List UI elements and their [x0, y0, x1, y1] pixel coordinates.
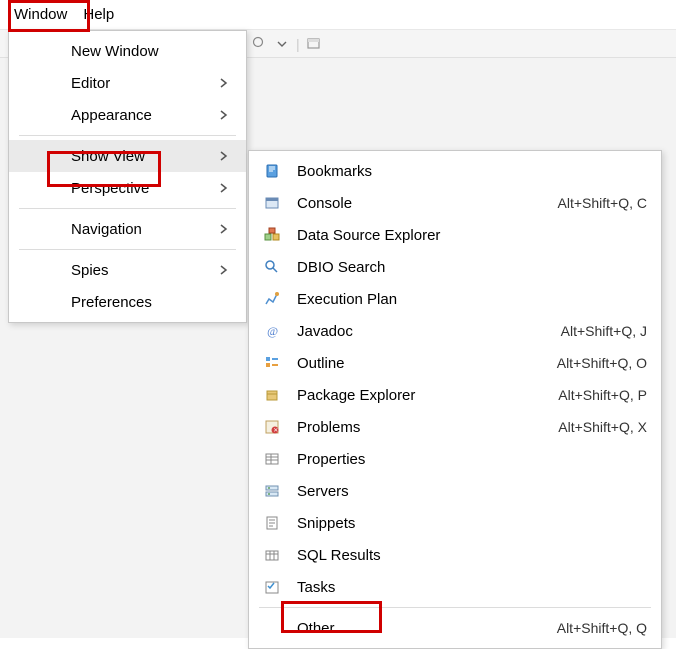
show-view-item-tasks[interactable]: Tasks [249, 571, 661, 603]
menu-item-appearance[interactable]: Appearance [9, 99, 246, 131]
menu-item-label: Bookmarks [281, 163, 647, 180]
show-view-item-properties[interactable]: Properties [249, 443, 661, 475]
servers-icon [263, 482, 281, 500]
menu-item-perspective[interactable]: Perspective [9, 172, 246, 204]
menu-separator [259, 607, 651, 608]
menu-item-navigation[interactable]: Navigation [9, 213, 246, 245]
menu-item-shortcut: Alt+Shift+Q, X [558, 419, 647, 435]
submenu-arrow-icon [220, 110, 232, 120]
properties-icon [263, 450, 281, 468]
show-view-item-servers[interactable]: Servers [249, 475, 661, 507]
menu-item-label: Package Explorer [281, 387, 558, 404]
execplan-icon [263, 290, 281, 308]
blank-icon [263, 619, 281, 637]
menu-item-label: Preferences [33, 294, 232, 311]
menu-item-shortcut: Alt+Shift+Q, C [558, 195, 647, 211]
menu-item-shortcut: Alt+Shift+Q, O [557, 355, 647, 371]
submenu-arrow-icon [220, 265, 232, 275]
show-view-item-javadoc[interactable]: @JavadocAlt+Shift+Q, J [249, 315, 661, 347]
menu-separator [19, 249, 236, 250]
snippets-icon [263, 514, 281, 532]
svg-text:@: @ [267, 324, 278, 338]
menu-item-label: Appearance [33, 107, 220, 124]
menu-item-label: Editor [33, 75, 220, 92]
show-view-item-sql-results[interactable]: SQL Results [249, 539, 661, 571]
menu-item-label: Snippets [281, 515, 647, 532]
menu-item-label: Problems [281, 419, 558, 436]
sqlresults-icon [263, 546, 281, 564]
menu-item-label: New Window [33, 43, 232, 60]
menu-separator [19, 135, 236, 136]
datasource-icon [263, 226, 281, 244]
bookmarks-icon [263, 162, 281, 180]
show-view-submenu: Bookmarks ConsoleAlt+Shift+Q, C Data Sourc… [248, 150, 662, 649]
show-view-item-bookmarks[interactable]: Bookmarks [249, 155, 661, 187]
menu-item-label: DBIO Search [281, 259, 647, 276]
show-view-item-snippets[interactable]: Snippets [249, 507, 661, 539]
toolbar-dropdown-icon[interactable] [252, 36, 268, 52]
show-view-item-package-explorer[interactable]: Package ExplorerAlt+Shift+Q, P [249, 379, 661, 411]
menu-item-shortcut: Alt+Shift+Q, Q [557, 620, 647, 636]
menu-item-label: Outline [281, 355, 557, 372]
submenu-arrow-icon [220, 151, 232, 161]
submenu-arrow-icon [220, 224, 232, 234]
outline-icon [263, 354, 281, 372]
menu-item-label: Perspective [33, 180, 220, 197]
package-icon [263, 386, 281, 404]
menu-item-label: SQL Results [281, 547, 647, 564]
menu-item-editor[interactable]: Editor [9, 67, 246, 99]
window-menu-dropdown: New Window Editor Appearance Show View Persp… [8, 30, 247, 323]
new-window-icon[interactable] [306, 36, 322, 52]
show-view-item-data-source-explorer[interactable]: Data Source Explorer [249, 219, 661, 251]
menu-item-show-view[interactable]: Show View [9, 140, 246, 172]
menu-item-label: Tasks [281, 579, 647, 596]
menu-item-shortcut: Alt+Shift+Q, J [561, 323, 647, 339]
menu-item-label: Execution Plan [281, 291, 647, 308]
menu-item-preferences[interactable]: Preferences [9, 286, 246, 318]
console-icon [263, 194, 281, 212]
svg-text:✕: ✕ [273, 428, 278, 434]
menu-item-label: Spies [33, 262, 220, 279]
menu-separator [19, 208, 236, 209]
menu-item-new-window[interactable]: New Window [9, 35, 246, 67]
submenu-arrow-icon [220, 183, 232, 193]
menu-item-label: Properties [281, 451, 647, 468]
menu-item-label: Javadoc [281, 323, 561, 340]
show-view-item-other[interactable]: Other...Alt+Shift+Q, Q [249, 612, 661, 644]
menu-item-label: Servers [281, 483, 647, 500]
toolbar-chevron-icon[interactable] [274, 36, 290, 52]
show-view-item-dbio-search[interactable]: DBIO Search [249, 251, 661, 283]
problems-icon: ✕ [263, 418, 281, 436]
show-view-item-console[interactable]: ConsoleAlt+Shift+Q, C [249, 187, 661, 219]
menu-item-label: Other... [281, 620, 557, 637]
menu-item-label: Console [281, 195, 558, 212]
submenu-arrow-icon [220, 78, 232, 88]
search-icon [263, 258, 281, 276]
tasks-icon [263, 578, 281, 596]
menubar-window[interactable]: Window [14, 6, 67, 23]
menubar-help[interactable]: Help [83, 6, 114, 23]
show-view-item-outline[interactable]: OutlineAlt+Shift+Q, O [249, 347, 661, 379]
show-view-item-problems[interactable]: ✕ProblemsAlt+Shift+Q, X [249, 411, 661, 443]
menubar: Window Help [0, 0, 676, 30]
menu-item-spies[interactable]: Spies [9, 254, 246, 286]
menu-item-shortcut: Alt+Shift+Q, P [558, 387, 647, 403]
show-view-item-execution-plan[interactable]: Execution Plan [249, 283, 661, 315]
menu-item-label: Navigation [33, 221, 220, 238]
menu-item-label: Data Source Explorer [281, 227, 647, 244]
menu-item-label: Show View [33, 148, 220, 165]
javadoc-icon: @ [263, 322, 281, 340]
